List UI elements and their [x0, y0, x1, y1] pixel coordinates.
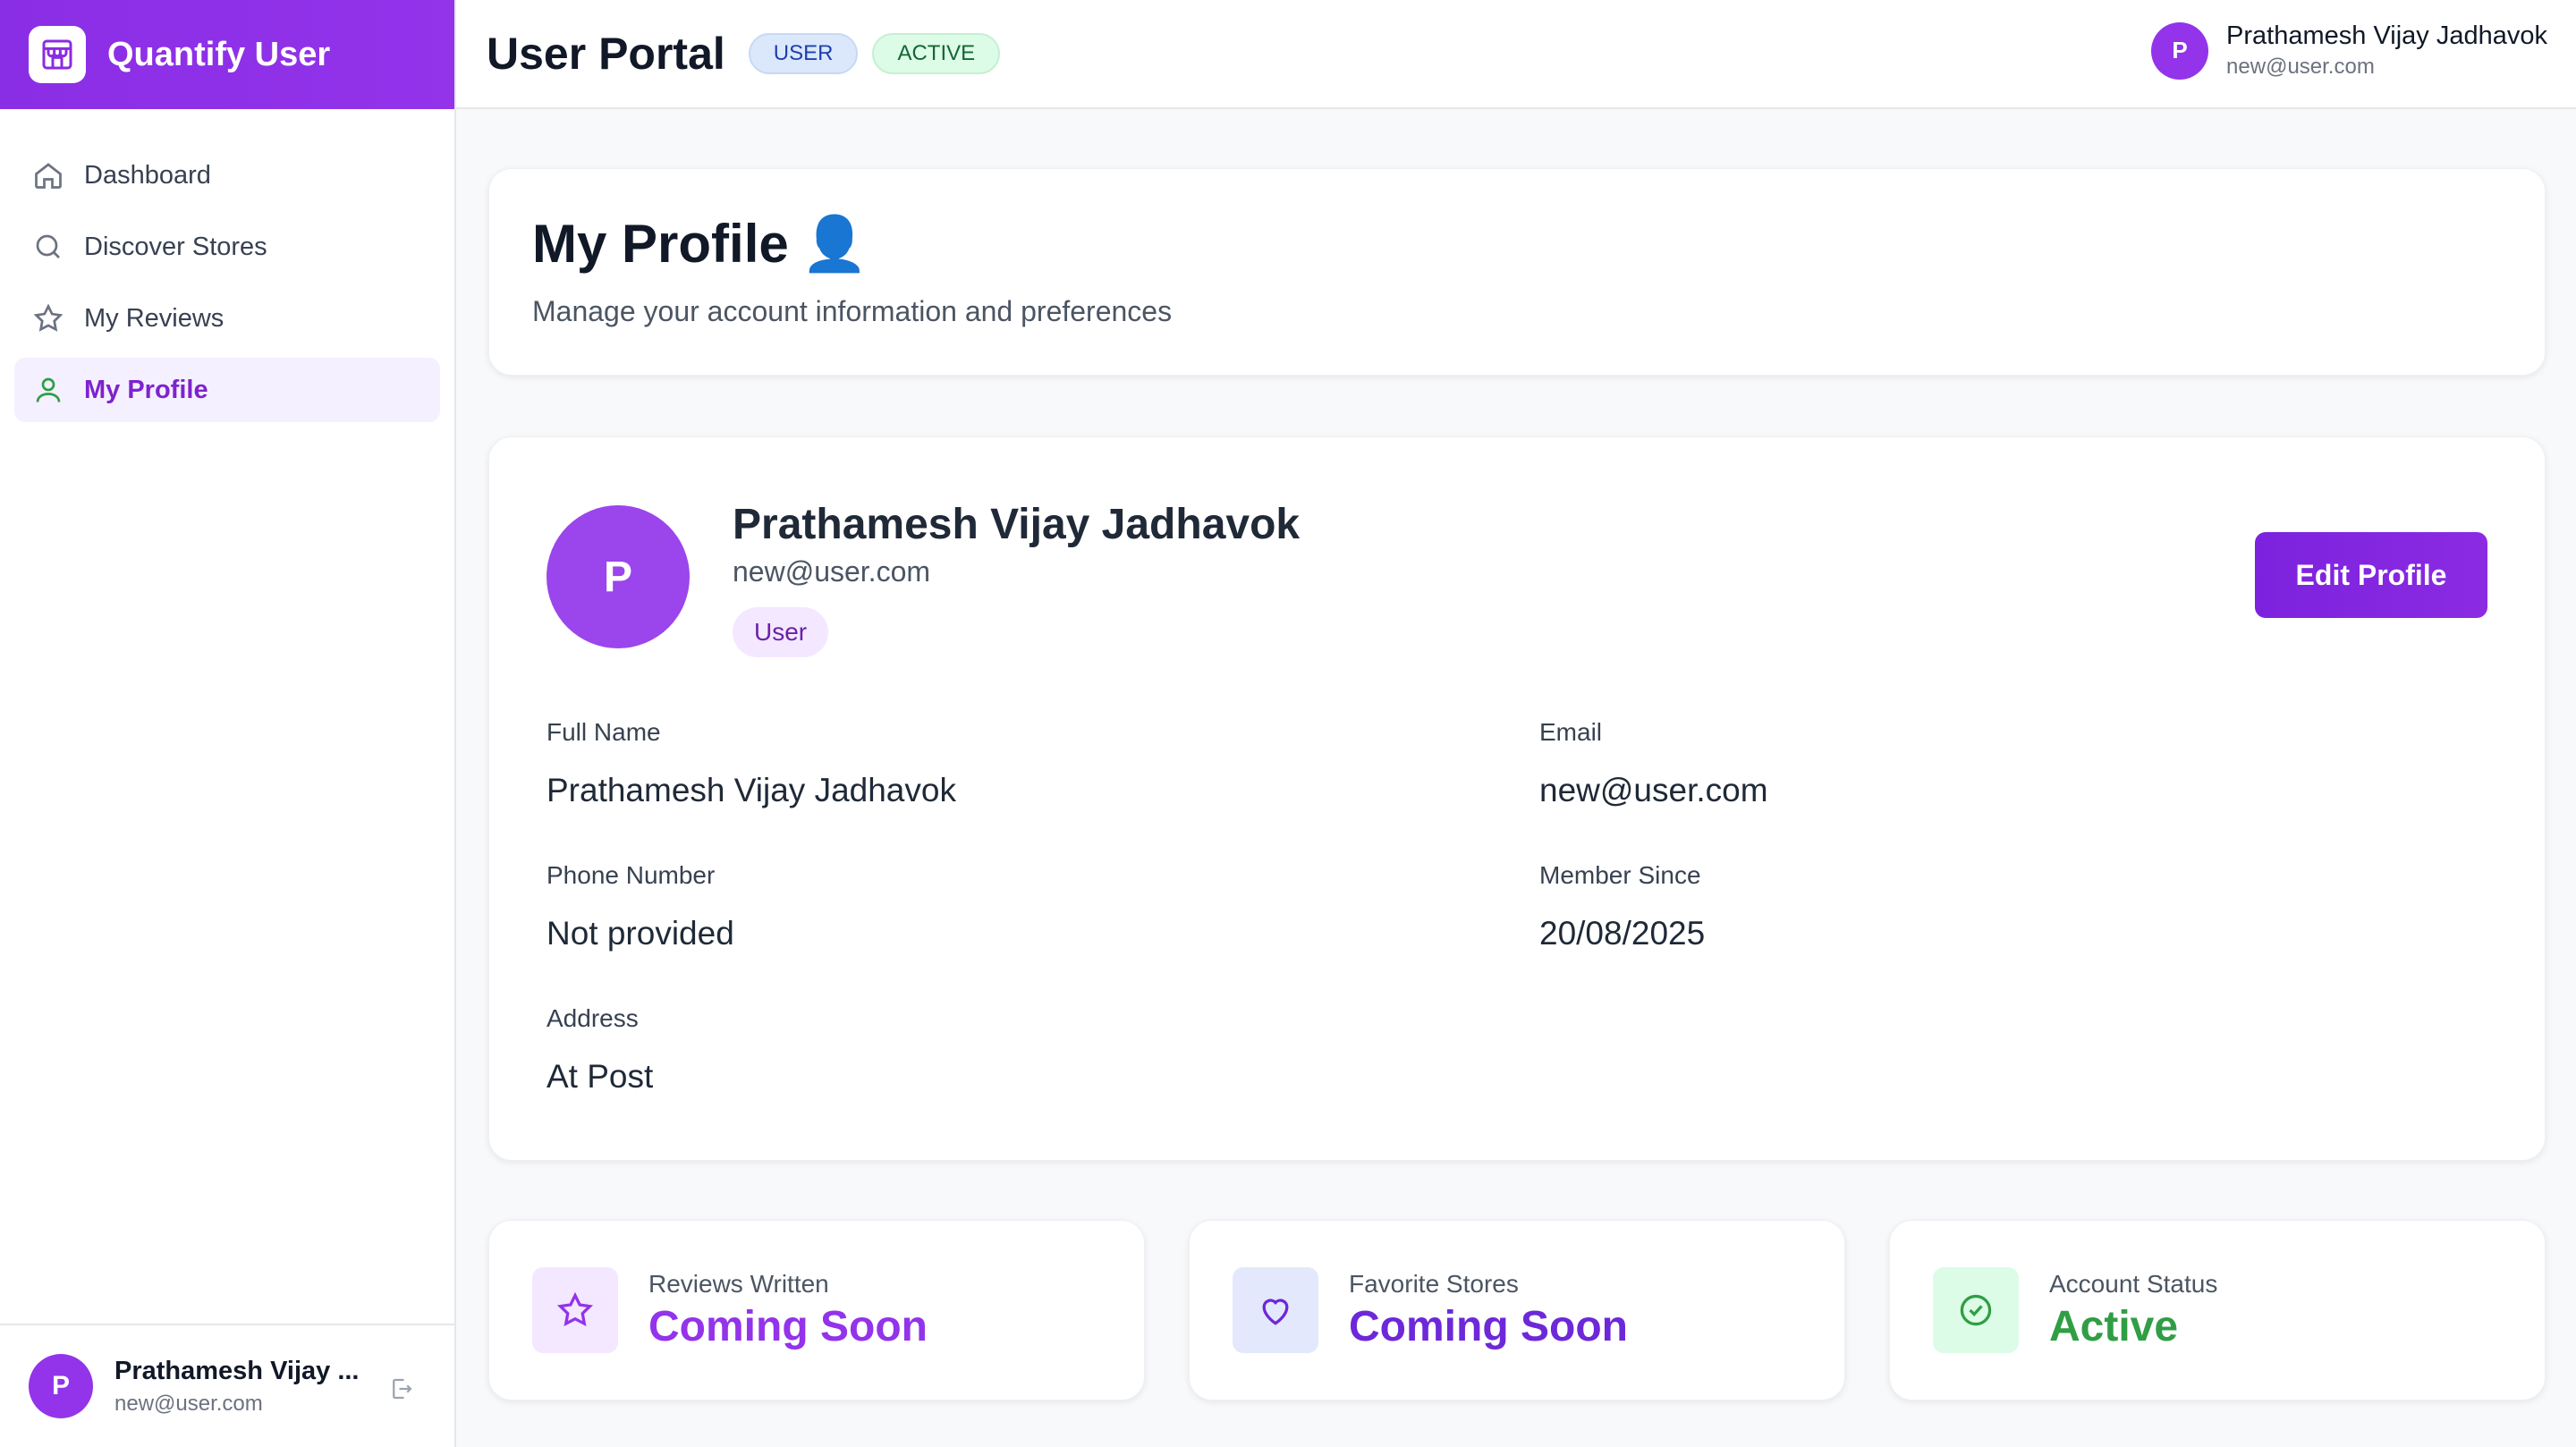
field-value: new@user.com	[1539, 772, 1768, 808]
sidebar: Quantify User Dashboard Discover Stores …	[0, 0, 456, 1447]
stat-label: Reviews Written	[648, 1269, 829, 1298]
field-member-since: Member Since 20/08/2025	[1539, 861, 1705, 952]
star-icon	[30, 300, 66, 336]
top-header: User Portal USER ACTIVE P Prathamesh Vij…	[456, 0, 2576, 109]
page-title: My Profile 👤	[532, 212, 2502, 275]
sidebar-item-label: My Reviews	[84, 303, 225, 333]
edit-profile-button[interactable]: Edit Profile	[2255, 532, 2487, 618]
sidebar-item-discover-stores[interactable]: Discover Stores	[14, 215, 440, 279]
avatar: P	[2151, 21, 2209, 80]
field-phone: Phone Number Not provided	[547, 861, 734, 952]
profile-card: P Prathamesh Vijay Jadhavok new@user.com…	[488, 436, 2546, 1161]
user-icon	[30, 372, 66, 408]
page-title-text: My Profile	[532, 214, 789, 274]
status-badge: ACTIVE	[872, 33, 1001, 74]
header-user-menu[interactable]: P Prathamesh Vijay Jadhavok new@user.com	[2151, 21, 2547, 80]
star-icon	[532, 1267, 618, 1353]
search-icon	[30, 229, 66, 265]
stat-label: Favorite Stores	[1349, 1269, 1519, 1298]
page-heading-card: My Profile 👤 Manage your account informa…	[488, 168, 2546, 376]
field-full-name: Full Name Prathamesh Vijay Jadhavok	[547, 718, 956, 809]
field-label: Email	[1539, 718, 1603, 746]
store-icon	[29, 26, 86, 83]
profile-name: Prathamesh Vijay Jadhavok	[733, 501, 1301, 548]
header-user-email: new@user.com	[2226, 55, 2375, 79]
home-icon	[30, 157, 66, 193]
avatar[interactable]: P	[29, 1354, 93, 1418]
field-address: Address At Post	[547, 1004, 653, 1096]
field-label: Full Name	[547, 718, 661, 746]
brand-name: Quantify User	[107, 35, 331, 73]
header-title: User Portal	[487, 29, 725, 79]
sidebar-user-name: Prathamesh Vijay ...	[114, 1356, 360, 1385]
field-label: Address	[547, 1004, 639, 1032]
page-subtitle: Manage your account information and pref…	[532, 295, 1173, 327]
heart-icon	[1233, 1267, 1318, 1353]
field-value: Not provided	[547, 915, 734, 952]
profile-avatar: P	[547, 505, 690, 648]
field-value: At Post	[547, 1058, 654, 1095]
stat-card-reviews: Reviews Written Coming Soon	[488, 1220, 1145, 1400]
sidebar-item-my-profile[interactable]: My Profile	[14, 358, 440, 422]
field-email: Email new@user.com	[1539, 718, 1768, 809]
sidebar-user-email: new@user.com	[114, 1391, 263, 1416]
stat-value: Coming Soon	[1349, 1302, 1628, 1350]
stat-label: Account Status	[2049, 1269, 2218, 1298]
sidebar-nav: Dashboard Discover Stores My Reviews My …	[0, 109, 454, 422]
profile-email: new@user.com	[733, 555, 931, 588]
brand-bar[interactable]: Quantify User	[0, 0, 454, 109]
field-label: Member Since	[1539, 861, 1701, 889]
check-circle-icon	[1933, 1267, 2019, 1353]
stat-card-favorites: Favorite Stores Coming Soon	[1189, 1220, 1845, 1400]
logout-icon[interactable]	[388, 1375, 415, 1407]
field-label: Phone Number	[547, 861, 716, 889]
sidebar-item-my-reviews[interactable]: My Reviews	[14, 286, 440, 351]
user-emoji-icon: 👤	[801, 214, 869, 274]
sidebar-item-dashboard[interactable]: Dashboard	[14, 143, 440, 207]
stat-value: Coming Soon	[648, 1302, 928, 1350]
sidebar-user-card: P Prathamesh Vijay ... new@user.com	[0, 1324, 454, 1447]
stat-value: Active	[2049, 1302, 2179, 1350]
stat-card-account-status: Account Status Active	[1889, 1220, 2546, 1400]
sidebar-item-label: My Profile	[84, 375, 208, 404]
role-badge: User	[733, 607, 829, 657]
role-badge: USER	[748, 33, 859, 74]
field-value: Prathamesh Vijay Jadhavok	[547, 772, 956, 808]
sidebar-item-label: Discover Stores	[84, 232, 267, 261]
field-value: 20/08/2025	[1539, 915, 1706, 952]
header-user-name: Prathamesh Vijay Jadhavok	[2226, 21, 2547, 50]
sidebar-item-label: Dashboard	[84, 160, 211, 190]
